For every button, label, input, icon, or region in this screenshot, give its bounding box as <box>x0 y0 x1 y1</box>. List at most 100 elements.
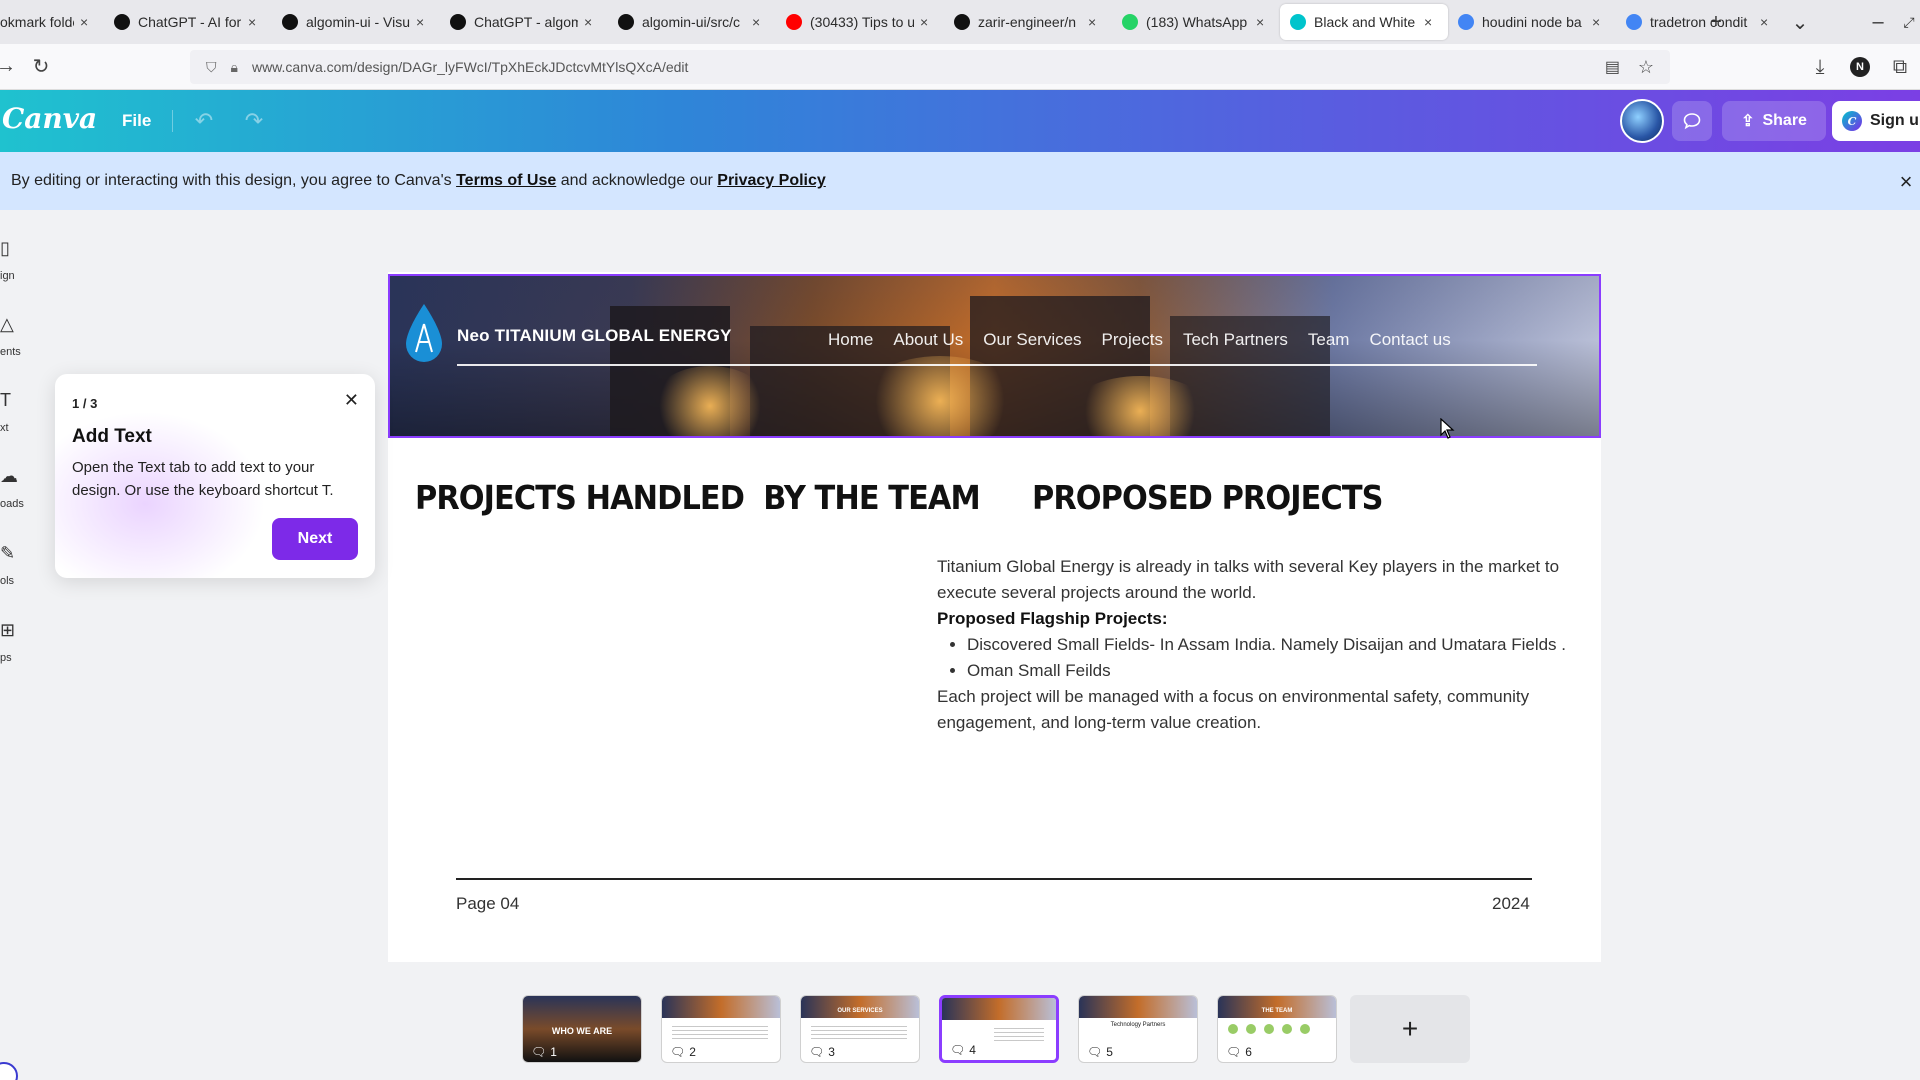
redo-icon[interactable]: ↷ <box>236 104 272 138</box>
sidebar-item-design[interactable]: ▯ ign <box>0 238 40 298</box>
thumbnail-title: OUR SERVICES <box>837 1008 883 1014</box>
tab-favicon-icon <box>954 14 970 30</box>
sidebar-item-uploads[interactable]: ☁ oads <box>0 466 40 526</box>
proposed-projects-text[interactable]: Titanium Global Energy is already in tal… <box>937 554 1587 736</box>
comment-icon: 🗨︎ <box>809 1045 825 1059</box>
thumbnail-text-lines <box>811 1026 907 1042</box>
close-icon[interactable]: × <box>1088 14 1102 30</box>
browser-tab[interactable]: (183) WhatsApp × <box>1112 4 1280 40</box>
browser-nav-bar: → ↻ ⛉ 🔒︎ www.canva.com/design/DAGr_lyFWc… <box>0 44 1920 90</box>
file-menu-button[interactable]: File <box>108 104 165 138</box>
browser-tab-bar: okmark folde × ChatGPT - AI for × algomin-ui… <box>0 0 1920 44</box>
close-icon[interactable]: × <box>1592 14 1606 30</box>
footer-year[interactable]: 2024 <box>1492 894 1530 914</box>
sidebar-item-text[interactable]: T xt <box>0 390 40 450</box>
page-thumbnail-5[interactable]: Technology Partners 🗨︎ 5 <box>1078 995 1198 1063</box>
close-icon[interactable]: ✕ <box>344 390 359 411</box>
tab-favicon-icon <box>1626 14 1642 30</box>
upload-icon: ☁ <box>0 466 18 486</box>
design-page[interactable]: Neo TITANIUM GLOBAL ENERGY Home About Us… <box>388 272 1601 962</box>
sign-up-label: Sign up <box>1870 112 1920 129</box>
text-icon: T <box>0 390 11 410</box>
privacy-policy-link[interactable]: Privacy Policy <box>717 172 826 190</box>
browser-tab[interactable]: Black and White × <box>1280 4 1448 40</box>
sidebar-item-tools[interactable]: ✎ ols <box>0 543 40 603</box>
maximize-window-button[interactable]: ⤢ <box>1898 2 1920 42</box>
browser-tab[interactable]: (30433) Tips to u × <box>776 4 944 40</box>
sidebar-item-label: ign <box>0 270 15 282</box>
close-icon[interactable]: × <box>248 14 262 30</box>
extensions-icon[interactable]: ⧉ <box>1880 49 1920 85</box>
close-icon[interactable]: × <box>920 14 934 30</box>
page-thumbnail-2[interactable]: 🗨︎ 2 <box>661 995 781 1063</box>
share-button[interactable]: ⇪ Share <box>1722 101 1826 141</box>
thumbnail-number: 6 <box>1245 1045 1252 1059</box>
light-glow <box>650 366 770 436</box>
lock-icon[interactable]: 🔒︎ <box>231 59 238 76</box>
url-text[interactable]: www.canva.com/design/DAGr_lyFWcI/TpXhEck… <box>252 59 688 75</box>
design-nav-item: Tech Partners <box>1182 330 1288 349</box>
bookmark-star-icon[interactable]: ☆ <box>1638 57 1654 78</box>
sidebar-item-elements[interactable]: △ ents <box>0 314 40 374</box>
design-nav-item: About Us <box>893 330 964 349</box>
download-icon[interactable]: ⤓ <box>1800 49 1840 85</box>
close-icon[interactable]: × <box>1892 168 1920 196</box>
close-icon[interactable]: × <box>1424 14 1438 30</box>
page-thumbnail-4[interactable]: 🗨︎ 4 <box>939 995 1059 1063</box>
close-icon[interactable]: × <box>1256 14 1270 30</box>
browser-tab[interactable]: houdini node ba × <box>1448 4 1616 40</box>
next-button[interactable]: Next <box>272 518 358 560</box>
close-icon[interactable]: × <box>752 14 766 30</box>
browser-tab[interactable]: ChatGPT - AI for × <box>104 4 272 40</box>
footer-rule <box>456 878 1532 880</box>
browser-tab[interactable]: zarir-engineer/n × <box>944 4 1112 40</box>
thumbnail-header <box>1218 996 1336 1018</box>
thumbnail-header <box>942 998 1056 1020</box>
tab-favicon-icon <box>1290 14 1306 30</box>
tab-title: Black and White <box>1314 14 1416 30</box>
tab-title: ChatGPT - algom <box>474 14 578 30</box>
url-bar[interactable]: ⛉ 🔒︎ www.canva.com/design/DAGr_lyFWcI/Tp… <box>190 50 1670 84</box>
heading-proposed-projects[interactable]: PROPOSED PROJECTS <box>1032 478 1383 517</box>
thumbnail-title: Technology Partners <box>1110 1022 1166 1028</box>
tab-title: houdini node ba <box>1482 14 1582 30</box>
sidebar-item-apps[interactable]: ⊞ ps <box>0 620 40 680</box>
profile-icon[interactable]: N <box>1840 49 1880 85</box>
browser-tab[interactable]: ChatGPT - algom × <box>440 4 608 40</box>
page-thumbnail-6[interactable]: THE TEAM 🗨︎ 6 <box>1217 995 1337 1063</box>
forward-icon[interactable]: → <box>0 49 16 85</box>
close-icon[interactable]: × <box>584 14 598 30</box>
sign-up-button[interactable]: C Sign up <box>1832 101 1920 141</box>
close-icon[interactable]: × <box>80 14 94 30</box>
browser-tab[interactable]: okmark folde × <box>0 4 104 40</box>
popover-title: Add Text <box>72 426 152 447</box>
browser-tab[interactable]: algomin-ui/src/c × <box>608 4 776 40</box>
canva-header: Canva File ↶ ↷ ⇪ Share C Sign up <box>0 90 1920 152</box>
design-nav: Home About Us Our Services Projects Tech… <box>828 330 1471 350</box>
terms-of-use-link[interactable]: Terms of Use <box>456 172 556 190</box>
flagship-title: Proposed Flagship Projects: <box>937 609 1168 628</box>
browser-tab[interactable]: algomin-ui - Visu × <box>272 4 440 40</box>
add-page-button[interactable]: + <box>1350 995 1470 1063</box>
minimize-window-button[interactable]: – <box>1858 2 1898 42</box>
page-number[interactable]: Page 04 <box>456 894 519 914</box>
tab-list-chevron-icon[interactable]: ⌄ <box>1780 2 1820 42</box>
undo-icon[interactable]: ↶ <box>186 104 222 138</box>
page-thumbnail-3[interactable]: OUR SERVICES 🗨︎ 3 <box>800 995 920 1063</box>
shield-icon[interactable]: ⛉ <box>206 59 217 76</box>
tab-favicon-icon <box>114 14 130 30</box>
closing-paragraph: Each project will be managed with a focu… <box>937 687 1530 732</box>
comment-icon[interactable] <box>1672 101 1712 141</box>
reader-view-icon[interactable]: ▤ <box>1605 57 1620 77</box>
close-icon[interactable]: × <box>416 14 430 30</box>
banner-prefix: By editing or interacting with this desi… <box>11 172 457 189</box>
user-avatar[interactable] <box>1620 99 1664 143</box>
heading-projects-handled[interactable]: PROJECTS HANDLED BY THE TEAM <box>415 478 981 517</box>
tab-title: (30433) Tips to u <box>810 14 914 30</box>
canva-logo[interactable]: Canva <box>2 102 97 135</box>
reload-icon[interactable]: ↻ <box>21 49 61 85</box>
team-avatar <box>1300 1024 1310 1034</box>
page-thumbnail-1[interactable]: WHO WE ARE 🗨︎ 1 <box>522 995 642 1063</box>
new-tab-button[interactable]: + <box>1696 2 1736 42</box>
header-image-block[interactable]: Neo TITANIUM GLOBAL ENERGY Home About Us… <box>388 274 1601 438</box>
